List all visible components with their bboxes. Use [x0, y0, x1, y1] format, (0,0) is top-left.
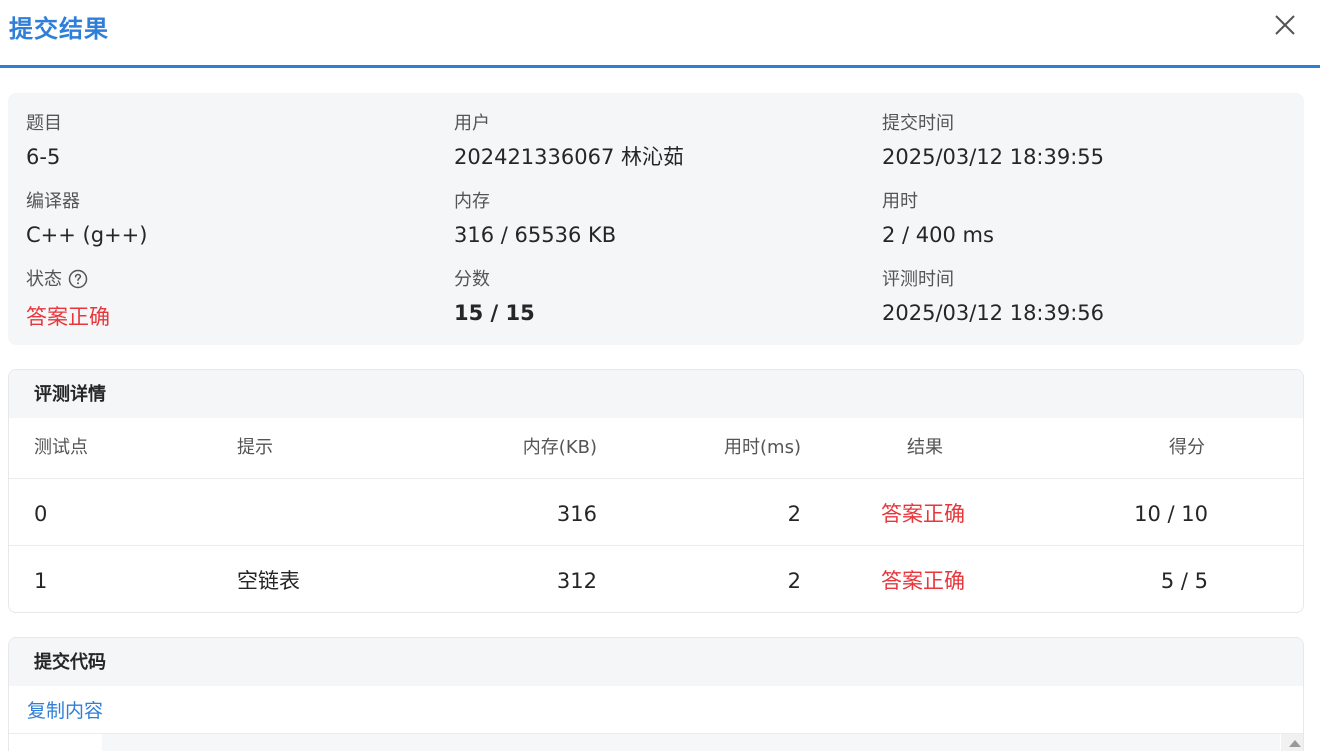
memory-cell: 312 [556, 569, 597, 593]
status-label-row: 状态 [26, 268, 110, 296]
dialog-title: 提交结果 [9, 15, 109, 43]
problem-value: 6-5 [26, 145, 61, 169]
copy-content-button[interactable]: 复制内容 [27, 700, 103, 722]
time-label: 用时 [882, 191, 918, 212]
code-content[interactable] [102, 734, 1280, 751]
close-button[interactable] [1268, 8, 1302, 42]
status-value: 答案正确 [26, 305, 110, 329]
time-cell: 2 [787, 569, 801, 593]
submission-info-panel: 题目 6-5 用户 202421336067 林沁茹 提交时间 2025/03/… [8, 93, 1304, 345]
case-cell: 0 [34, 502, 48, 526]
judge-detail-card: 评测详情 测试点 提示 内存(KB) 用时(ms) 结果 得分 0 316 2 … [8, 369, 1304, 613]
code-viewer[interactable] [9, 734, 1303, 751]
problem-label: 题目 [26, 113, 62, 134]
score-label: 分数 [454, 269, 490, 290]
judge-time-field: 评测时间 2025/03/12 18:39:56 [882, 268, 1104, 327]
judge-detail-title: 评测详情 [9, 370, 1303, 418]
status-field: 状态 答案正确 [26, 268, 110, 331]
judge-time-label: 评测时间 [882, 269, 954, 290]
score-cell: 10 / 10 [1134, 502, 1208, 526]
submitted-code-title: 提交代码 [9, 638, 1303, 686]
compiler-label: 编译器 [26, 191, 80, 212]
compiler-value: C++ (g++) [26, 223, 148, 247]
user-label: 用户 [454, 113, 490, 134]
judge-table-header: 测试点 提示 内存(KB) 用时(ms) 结果 得分 [9, 418, 1303, 479]
time-cell: 2 [787, 502, 801, 526]
col-case: 测试点 [34, 437, 88, 458]
submit-time-value: 2025/03/12 18:39:55 [882, 145, 1105, 169]
score-cell: 5 / 5 [1160, 569, 1208, 593]
col-score: 得分 [1169, 437, 1205, 458]
line-number-gutter [9, 734, 102, 751]
col-hint: 提示 [237, 437, 273, 458]
time-field: 用时 2 / 400 ms [882, 190, 994, 249]
problem-field: 题目 6-5 [26, 112, 62, 171]
user-field: 用户 202421336067 林沁茹 [454, 112, 684, 171]
score-field: 分数 15 / 15 [454, 268, 535, 327]
col-result: 结果 [907, 437, 943, 458]
submit-time-label: 提交时间 [882, 113, 954, 134]
time-value: 2 / 400 ms [882, 223, 994, 247]
table-row: 1 空链表 312 2 答案正确 5 / 5 [9, 546, 1303, 612]
compiler-field: 编译器 C++ (g++) [26, 190, 147, 249]
memory-label: 内存 [454, 191, 490, 212]
status-label: 状态 [26, 269, 62, 290]
table-row: 0 316 2 答案正确 10 / 10 [9, 479, 1303, 546]
dialog-header: 提交结果 [0, 0, 1320, 68]
submitted-code-card: 提交代码 复制内容 [8, 637, 1304, 751]
user-value: 202421336067 林沁茹 [454, 145, 685, 169]
score-value: 15 / 15 [454, 301, 535, 325]
scroll-up-arrow-icon[interactable] [1289, 740, 1301, 747]
question-circle-icon[interactable] [68, 269, 88, 296]
memory-cell: 316 [556, 502, 597, 526]
close-icon [1275, 15, 1295, 35]
memory-field: 内存 316 / 65536 KB [454, 190, 616, 249]
submit-time-field: 提交时间 2025/03/12 18:39:55 [882, 112, 1104, 171]
memory-value: 316 / 65536 KB [454, 223, 617, 247]
copy-row: 复制内容 [9, 686, 1303, 734]
case-cell: 1 [34, 569, 48, 593]
judge-time-value: 2025/03/12 18:39:56 [882, 301, 1105, 325]
result-cell: 答案正确 [881, 502, 965, 526]
result-cell: 答案正确 [881, 569, 965, 593]
col-time: 用时(ms) [724, 437, 801, 458]
col-memory: 内存(KB) [522, 437, 597, 458]
hint-cell: 空链表 [237, 569, 300, 593]
